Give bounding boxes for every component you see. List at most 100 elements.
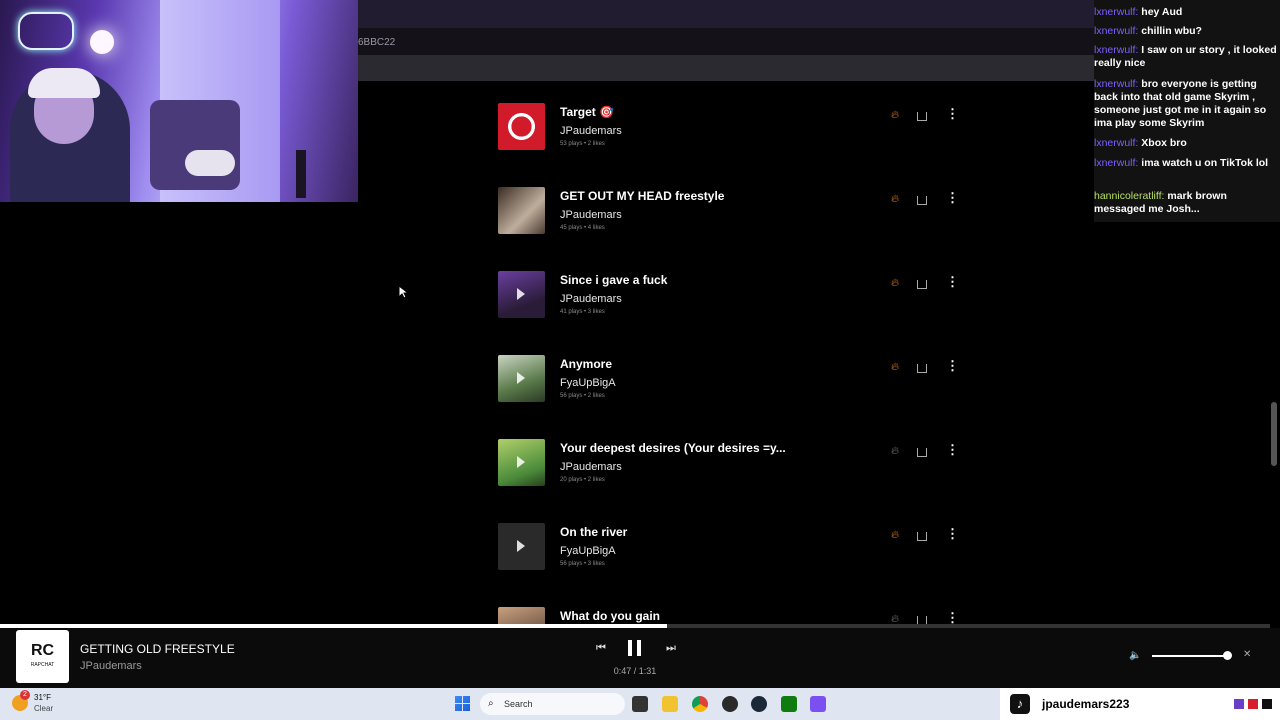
now-playing-artist[interactable]: JPaudemars [80,660,142,672]
play-icon[interactable] [517,540,525,552]
app-grid-icon[interactable] [810,696,826,712]
track-artwork[interactable] [498,103,545,150]
fire-icon[interactable]: 🔥︎ [891,361,899,374]
chat-username: lxnerwulf: [1094,6,1139,18]
file-explorer-icon[interactable] [662,696,678,712]
rapchat-logo: RC RAPCHAT [16,630,69,683]
track-row[interactable]: Since i gave a fuck JPaudemars 41 plays • … [498,271,959,319]
task-view-icon[interactable] [632,696,648,712]
track-stats: 45 plays • 4 likes [560,225,605,231]
obs-icon[interactable] [722,696,738,712]
xbox-icon[interactable] [781,696,797,712]
share-icon[interactable] [917,364,927,373]
fire-icon[interactable]: 🔥︎ [891,277,899,290]
webcam-chair [150,100,240,190]
track-title[interactable]: Target 🎯 [560,105,614,119]
site-nav-band [358,55,1094,81]
track-artwork[interactable] [498,523,545,570]
track-stats: 53 plays • 2 likes [560,141,605,147]
steam-icon[interactable] [751,696,767,712]
chat-message: lxnerwulf: ima watch u on TikTok lol [1094,157,1280,170]
track-artwork[interactable] [498,439,545,486]
track-artwork[interactable] [498,355,545,402]
color-square-red [1248,699,1258,709]
chat-text: Xbox bro [1141,137,1187,149]
track-artist[interactable]: FyaUpBigA [560,545,616,557]
page-scrollbar[interactable] [1271,402,1277,466]
more-options-icon[interactable]: ⋮ [946,274,959,290]
track-stats: 56 plays • 2 likes [560,393,605,399]
chat-message: lxnerwulf: Xbox bro [1094,137,1280,150]
track-title[interactable]: Your deepest desires (Your desires =y... [560,441,786,455]
track-stats: 41 plays • 3 likes [560,309,605,315]
volume-slider-knob[interactable] [1223,651,1232,660]
taskbar-search[interactable]: ⌕ Search [480,693,625,715]
fire-icon[interactable]: 🔥︎ [891,445,899,458]
track-stats: 20 plays • 2 likes [560,477,605,483]
track-artist[interactable]: JPaudemars [560,461,622,473]
track-row[interactable]: On the river FyaUpBigA 56 plays • 3 likes 🔥… [498,523,959,571]
fire-icon[interactable]: 🔥︎ [891,109,899,122]
share-icon[interactable] [917,448,927,457]
fire-icon[interactable]: 🔥︎ [891,193,899,206]
weather-condition: Clear [34,704,54,713]
chat-text: hey Aud [1141,6,1183,18]
share-icon[interactable] [917,112,927,121]
play-icon[interactable] [517,372,525,384]
more-options-icon[interactable]: ⋮ [946,442,959,458]
track-artist[interactable]: JPaudemars [560,293,622,305]
track-artist[interactable]: JPaudemars [560,125,622,137]
previous-track-icon[interactable]: ⏮ [596,642,606,655]
volume-slider[interactable] [1152,655,1228,657]
track-artist[interactable]: FyaUpBigA [560,377,616,389]
track-row[interactable]: Your deepest desires (Your desires =y...… [498,439,959,487]
weather-badge: 2 [20,690,30,700]
track-row[interactable]: Anymore FyaUpBigA 56 plays • 2 likes 🔥︎ ⋮ [498,355,959,403]
play-icon[interactable] [517,288,525,300]
chat-message: hannicoleratliff: mark brown messaged me… [1094,190,1280,216]
more-options-icon[interactable]: ⋮ [946,358,959,374]
logo-letters: RC [30,642,55,659]
chat-username: lxnerwulf: [1094,157,1139,169]
play-icon[interactable] [517,456,525,468]
volume-icon[interactable]: 🔈 [1129,650,1141,661]
webcam-overlay [0,0,358,202]
track-title[interactable]: On the river [560,525,627,539]
track-title[interactable]: What do you gain [560,609,660,623]
share-icon[interactable] [917,280,927,289]
track-row[interactable]: GET OUT MY HEAD freestyle JPaudemars 45 pl… [498,187,959,235]
fire-icon[interactable]: 🔥︎ [891,529,899,542]
now-playing-title[interactable]: GETTING OLD FREESTYLE [80,642,235,656]
track-title[interactable]: Anymore [560,357,612,371]
share-icon[interactable] [917,196,927,205]
tiktok-overlay-bar: ♪ jpaudemars223 [1000,688,1280,720]
chrome-icon[interactable] [692,696,708,712]
chat-message: lxnerwulf: bro everyone is getting back … [1094,78,1280,130]
search-icon: ⌕ [488,698,494,709]
close-player-icon[interactable]: ✕ [1243,649,1251,660]
next-track-icon[interactable]: ⏭ [666,642,676,655]
track-row[interactable]: Target 🎯 JPaudemars 53 plays • 2 likes 🔥︎ ⋮ [498,103,959,151]
more-options-icon[interactable]: ⋮ [946,190,959,206]
pause-button[interactable] [628,640,642,656]
gamepad-neon-icon [18,12,74,50]
track-artwork[interactable] [498,187,545,234]
track-artwork[interactable] [498,271,545,318]
logo-wordmark: RAPCHAT [30,662,55,668]
search-placeholder: Search [504,699,533,709]
url-fragment: 6BBC22 [358,37,396,48]
webcam-lamp [90,30,114,54]
windows-start-icon[interactable] [455,696,470,711]
track-stats: 56 plays • 3 likes [560,561,605,567]
track-title[interactable]: Since i gave a fuck [560,273,667,287]
more-options-icon[interactable]: ⋮ [946,526,959,542]
chat-username: hannicoleratliff: [1094,190,1165,202]
browser-address-bar[interactable]: 6BBC22 [358,28,1094,55]
share-icon[interactable] [917,532,927,541]
track-title[interactable]: GET OUT MY HEAD freestyle [560,189,724,203]
webcam-cat [185,150,235,176]
more-options-icon[interactable]: ⋮ [946,106,959,122]
track-artist[interactable]: JPaudemars [560,209,622,221]
windows-taskbar: 2 31°F Clear ⌕ Search [0,688,1000,720]
chat-username: lxnerwulf: [1094,44,1139,56]
